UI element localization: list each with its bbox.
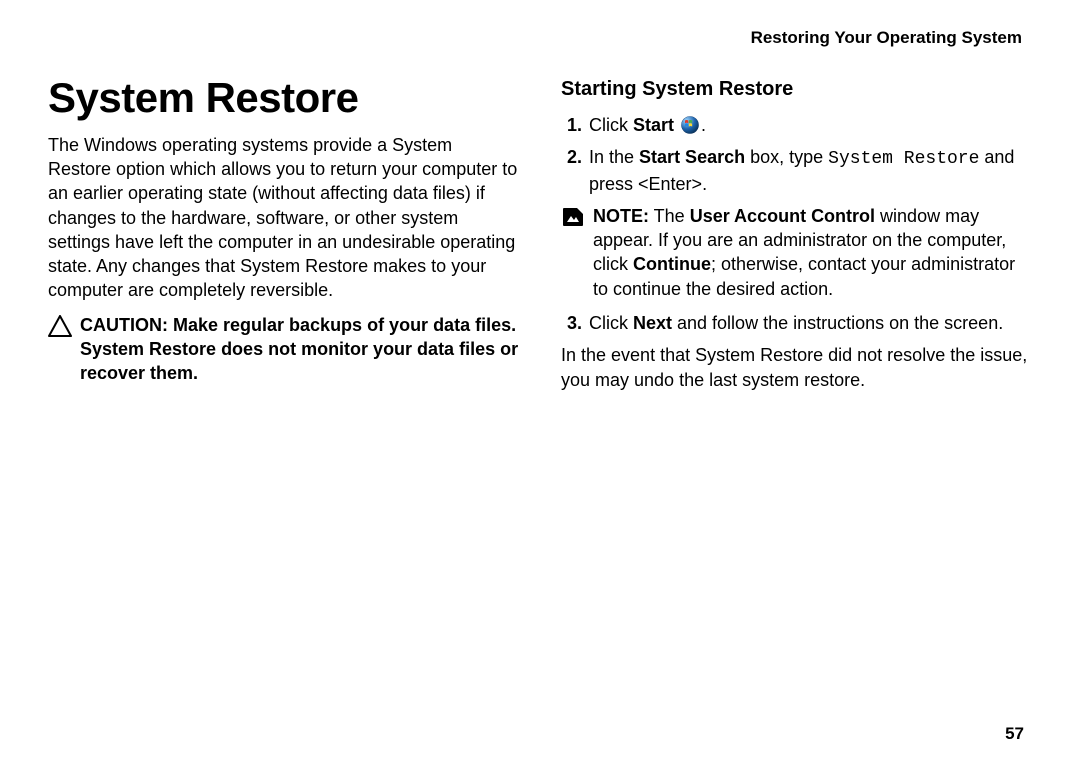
procedure-steps-1: Click Start [561, 113, 1032, 196]
caution-callout: CAUTION: Make regular backups of your da… [48, 313, 519, 386]
section-title: System Restore [48, 70, 519, 127]
windows-start-orb-icon [681, 116, 699, 134]
step-2-pre: In the [589, 147, 639, 167]
step-2-code: System Restore [828, 149, 979, 169]
note-bold-2: Continue [633, 254, 711, 274]
running-header: Restoring Your Operating System [48, 28, 1032, 48]
left-column: System Restore The Windows operating sys… [48, 70, 519, 402]
closing-paragraph: In the event that System Restore did not… [561, 343, 1032, 392]
subsection-title: Starting System Restore [561, 76, 1032, 103]
caution-text: CAUTION: Make regular backups of your da… [80, 313, 519, 386]
intro-paragraph: The Windows operating systems provide a … [48, 133, 519, 303]
step-3-pre: Click [589, 313, 633, 333]
step-2-bold: Start Search [639, 147, 745, 167]
page-number: 57 [1005, 724, 1024, 744]
note-bold-1: User Account Control [690, 206, 875, 226]
step-1: Click Start [587, 113, 1032, 137]
step-1-bold: Start [633, 115, 674, 135]
step-3-post: and follow the instructions on the scree… [672, 313, 1003, 333]
step-3-bold: Next [633, 313, 672, 333]
note-pre: The [649, 206, 690, 226]
step-1-text-pre: Click [589, 115, 633, 135]
note-callout: NOTE: The User Account Control window ma… [561, 204, 1032, 301]
step-2: In the Start Search box, type System Res… [587, 145, 1032, 196]
note-icon [561, 206, 585, 228]
document-page: Restoring Your Operating System System R… [0, 0, 1080, 766]
step-1-end: . [701, 115, 706, 135]
step-3: Click Next and follow the instructions o… [587, 311, 1032, 335]
caution-icon [48, 315, 72, 337]
step-1-text-post [674, 115, 679, 135]
right-column: Starting System Restore Click Start [561, 70, 1032, 402]
procedure-steps-2: Click Next and follow the instructions o… [561, 311, 1032, 335]
note-text: NOTE: The User Account Control window ma… [593, 204, 1032, 301]
two-column-layout: System Restore The Windows operating sys… [48, 70, 1032, 402]
step-2-mid: box, type [745, 147, 828, 167]
note-label: NOTE: [593, 206, 649, 226]
